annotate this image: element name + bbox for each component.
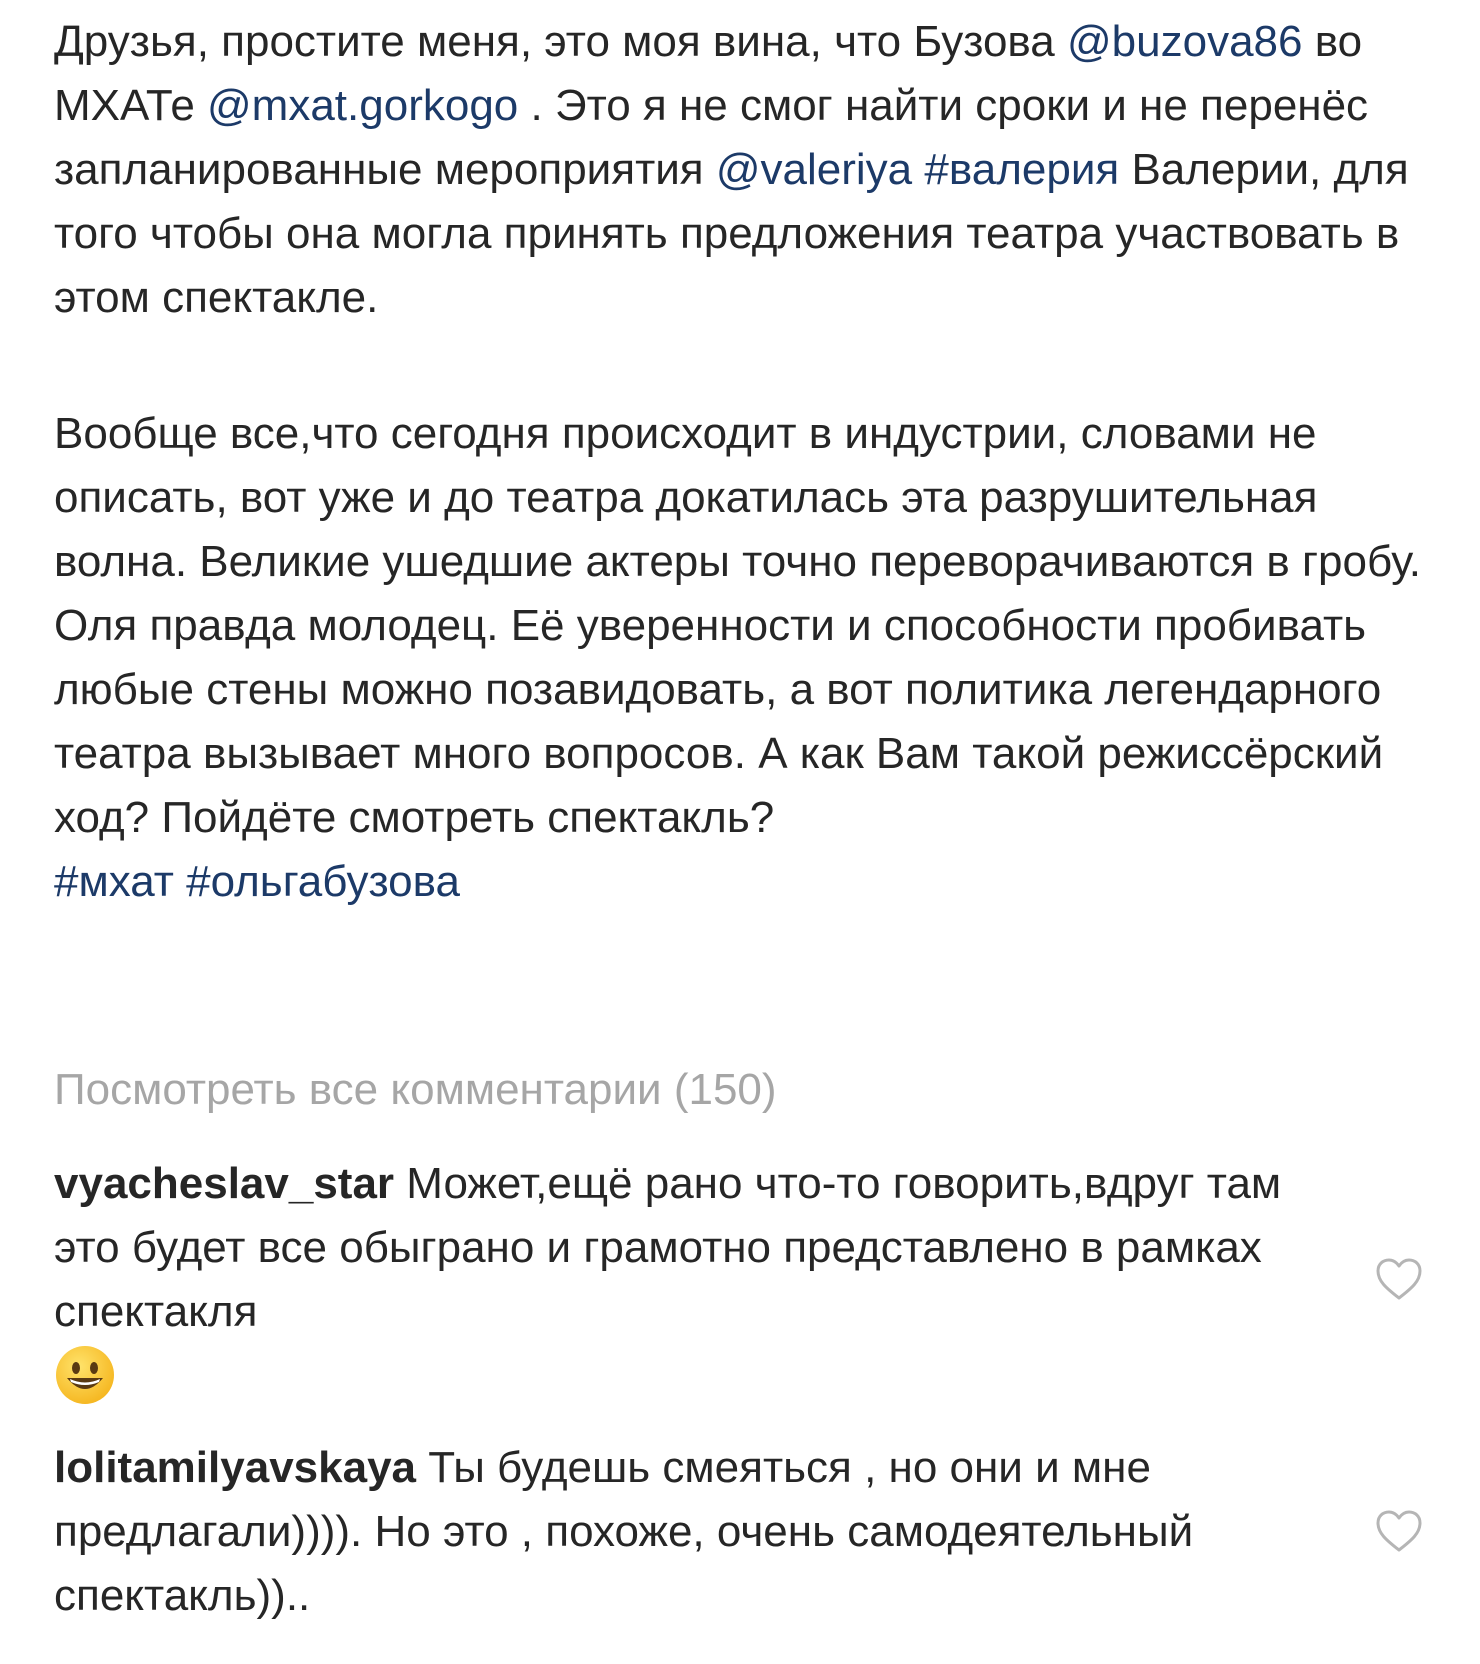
- comment-username[interactable]: lolitamilyavskaya: [54, 1443, 416, 1492]
- caption-text: Вообще все,что сегодня происходит в инду…: [54, 409, 1422, 842]
- comment-item: vyacheslav_star Может,ещё рано что-то го…: [54, 1152, 1314, 1416]
- mention-valeriya-link[interactable]: @valeriya: [716, 145, 912, 194]
- post-caption: Друзья, простите меня, это моя вина, что…: [54, 10, 1424, 330]
- caption-paragraph-2-container: Вообще все,что сегодня происходит в инду…: [54, 402, 1424, 914]
- like-comment-heart-icon[interactable]: [1374, 1256, 1424, 1302]
- caption-text: [912, 145, 924, 194]
- comment-item: lolitamilyavskaya Ты будешь смеяться , н…: [54, 1436, 1314, 1628]
- comment-username[interactable]: vyacheslav_star: [54, 1159, 394, 1208]
- hashtag-mxat-link[interactable]: #мхат: [54, 857, 174, 906]
- hashtag-valeriya-link[interactable]: #валерия: [924, 145, 1119, 194]
- like-comment-heart-icon[interactable]: [1374, 1508, 1424, 1554]
- view-all-comments-link[interactable]: Посмотреть все комментарии (150): [54, 1058, 777, 1122]
- caption-text: Друзья, простите меня, это моя вина, что…: [54, 17, 1067, 66]
- caption-paragraph-2: Вообще все,что сегодня происходит в инду…: [54, 402, 1424, 914]
- hashtag-olgabuzova-link[interactable]: #ольгабузова: [186, 857, 460, 906]
- grinning-face-emoji-icon: [54, 1344, 116, 1406]
- caption-paragraph-1: Друзья, простите меня, это моя вина, что…: [54, 10, 1424, 330]
- mention-buzova86-link[interactable]: @buzova86: [1067, 17, 1303, 66]
- mention-mxat-gorkogo-link[interactable]: @mxat.gorkogo: [207, 81, 518, 130]
